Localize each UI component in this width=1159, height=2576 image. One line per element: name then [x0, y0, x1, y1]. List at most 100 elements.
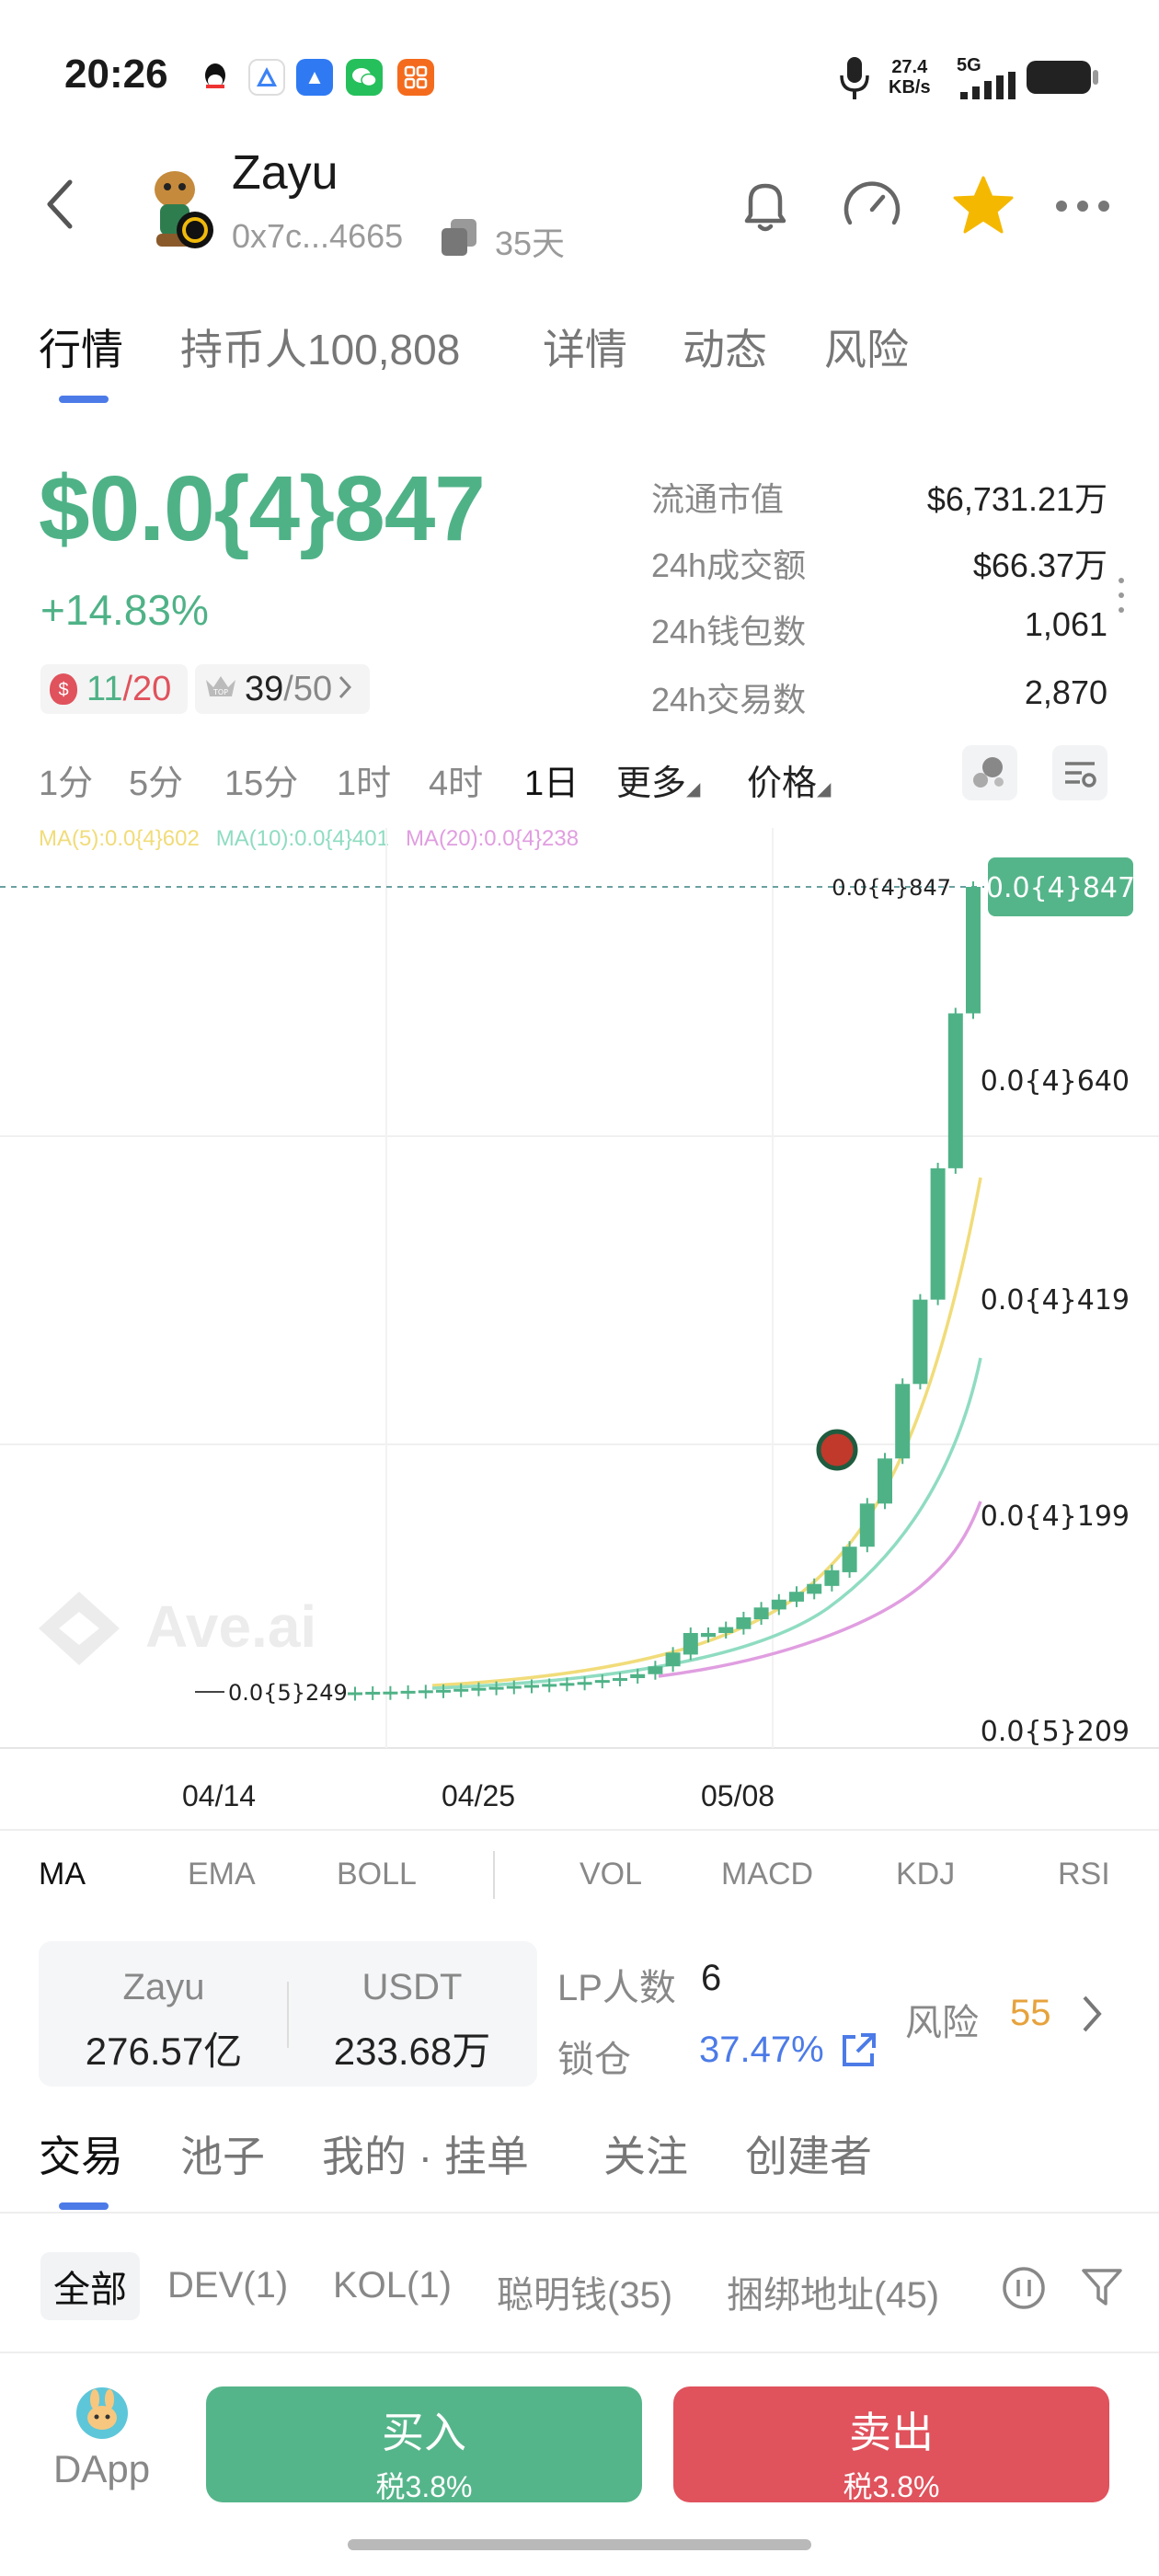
- stat-label: 24h钱包数: [651, 613, 807, 650]
- alipay-icon: [248, 59, 285, 96]
- timeframe-5m[interactable]: 5分: [129, 754, 183, 805]
- pool-token-label: Zayu: [122, 1967, 205, 2007]
- indicator-macd[interactable]: MACD: [721, 1857, 813, 1892]
- candle: [789, 1592, 804, 1602]
- copy-icon[interactable]: [438, 217, 480, 262]
- wechat-icon: [346, 59, 383, 96]
- stat-value: 2,870: [1024, 673, 1107, 711]
- token-age: 35天: [495, 224, 566, 262]
- filter-bundled[interactable]: 捆绑地址(45): [727, 2265, 939, 2318]
- candle: [824, 1570, 840, 1586]
- timeframe-4h[interactable]: 4时: [429, 754, 483, 805]
- dapp-icon[interactable]: [75, 2386, 129, 2444]
- bell-icon[interactable]: [734, 175, 797, 242]
- gauge-icon[interactable]: [839, 175, 905, 246]
- candle: [701, 1632, 716, 1638]
- tab-activity[interactable]: 动态: [683, 316, 767, 377]
- candle: [453, 1688, 469, 1692]
- indicator-rsi[interactable]: RSI: [1058, 1857, 1110, 1892]
- buy-button[interactable]: 买入 税3.8%: [206, 2386, 642, 2503]
- candle: [577, 1682, 592, 1685]
- tab-creator[interactable]: 创建者: [745, 2123, 872, 2184]
- tab-pools[interactable]: 池子: [180, 2123, 265, 2184]
- x-tick-label: 04/14: [182, 1779, 257, 1812]
- timeframe-more[interactable]: 更多◢: [616, 754, 700, 805]
- side-more-icon[interactable]: [1119, 578, 1126, 622]
- indicator-boll[interactable]: BOLL: [337, 1857, 417, 1892]
- y-tick-label: 0.0{4}640: [981, 1065, 1130, 1098]
- tab-details[interactable]: 详情: [543, 316, 627, 377]
- risk-label[interactable]: 风险: [905, 1993, 979, 2046]
- back-icon[interactable]: [42, 177, 75, 236]
- stat-value: 1,061: [1024, 605, 1107, 643]
- tab-watchlist[interactable]: 关注: [603, 2123, 688, 2184]
- candle: [930, 1167, 946, 1300]
- x-tick-label: 04/25: [442, 1779, 516, 1812]
- timeframe-1h[interactable]: 1时: [337, 754, 391, 805]
- candle: [559, 1683, 575, 1686]
- more-icon[interactable]: [1054, 199, 1111, 218]
- chevron-right-icon[interactable]: [1080, 1993, 1104, 2040]
- external-link-icon[interactable]: [839, 2030, 879, 2075]
- timeframe-15m[interactable]: 15分: [224, 754, 298, 805]
- candle: [613, 1678, 627, 1682]
- y-tick-label: 0.0{4}419: [981, 1284, 1130, 1317]
- price-chart[interactable]: Ave.ai 0.0{4}847 0.0{4}847 0.0{4}640 0.0…: [0, 810, 1159, 1840]
- crown-icon: TOP: [204, 670, 237, 709]
- candle: [912, 1299, 928, 1385]
- top-badge[interactable]: TOP 39 /50: [195, 664, 370, 714]
- pause-icon[interactable]: [1001, 2265, 1047, 2316]
- pool-quote-label: USDT: [361, 1967, 463, 2007]
- y-tick-label: 0.0{4}199: [981, 1501, 1130, 1533]
- candle: [630, 1673, 646, 1679]
- filter-icon[interactable]: [1080, 2267, 1124, 2314]
- tab-risk[interactable]: 风险: [824, 316, 909, 377]
- tab-market[interactable]: 行情: [39, 316, 123, 377]
- candle: [400, 1690, 416, 1694]
- candle: [648, 1666, 663, 1674]
- filter-smart-money[interactable]: 聪明钱(35): [497, 2265, 672, 2318]
- candle: [418, 1690, 433, 1694]
- filter-kol[interactable]: KOL(1): [333, 2265, 452, 2306]
- money-bag-icon: $: [50, 673, 77, 705]
- indicator-ema[interactable]: EMA: [188, 1857, 256, 1892]
- candle: [736, 1616, 752, 1629]
- indicator-kdj[interactable]: KDJ: [896, 1857, 955, 1892]
- candle: [365, 1691, 381, 1695]
- risk-score[interactable]: 55: [1010, 1993, 1051, 2034]
- indicator-vol[interactable]: VOL: [580, 1857, 642, 1892]
- pool-quote-value: 233.68万: [333, 2030, 491, 2073]
- taobao-icon: [397, 59, 434, 96]
- bubble-map-button[interactable]: [962, 745, 1017, 800]
- token-address[interactable]: 0x7c...4665: [232, 217, 403, 256]
- favorite-star-icon[interactable]: [951, 173, 1016, 242]
- battery-icon: [1027, 61, 1091, 94]
- trade-event-marker[interactable]: [816, 1429, 858, 1471]
- timeframe-1d[interactable]: 1日: [524, 754, 579, 805]
- tab-holders[interactable]: 持币人100,808: [180, 316, 460, 377]
- lock-value[interactable]: 37.47%: [699, 2030, 824, 2071]
- stat-value: $6,731.21万: [926, 480, 1107, 518]
- chart-settings-button[interactable]: [1052, 745, 1107, 800]
- feishu-icon: ▲: [296, 59, 333, 96]
- dapp-label[interactable]: DApp: [53, 2447, 150, 2491]
- chevron-right-icon: [338, 670, 352, 709]
- filter-dev[interactable]: DEV(1): [167, 2265, 288, 2306]
- filter-all[interactable]: 全部: [40, 2252, 140, 2320]
- sell-button[interactable]: 卖出 税3.8%: [673, 2386, 1109, 2503]
- qq-icon: [197, 59, 234, 96]
- candle: [436, 1689, 451, 1693]
- badge2-value: 39: [245, 669, 284, 708]
- indicator-ma[interactable]: MA: [39, 1857, 86, 1892]
- tab-my-orders[interactable]: 我的 · 挂单: [322, 2123, 529, 2184]
- pool-token-value: 276.57亿: [85, 2030, 243, 2073]
- watermark-logo-icon: [39, 1592, 120, 1665]
- tab-trades[interactable]: 交易: [39, 2123, 123, 2184]
- holder-badge[interactable]: $ 11 /20: [40, 664, 188, 714]
- chart-type-price[interactable]: 价格◢: [747, 754, 831, 805]
- timeframe-1m[interactable]: 1分: [39, 754, 93, 805]
- watermark-text: Ave.ai: [145, 1593, 316, 1660]
- candle: [665, 1652, 681, 1667]
- signal-icon: [957, 72, 1017, 104]
- candle: [878, 1458, 892, 1504]
